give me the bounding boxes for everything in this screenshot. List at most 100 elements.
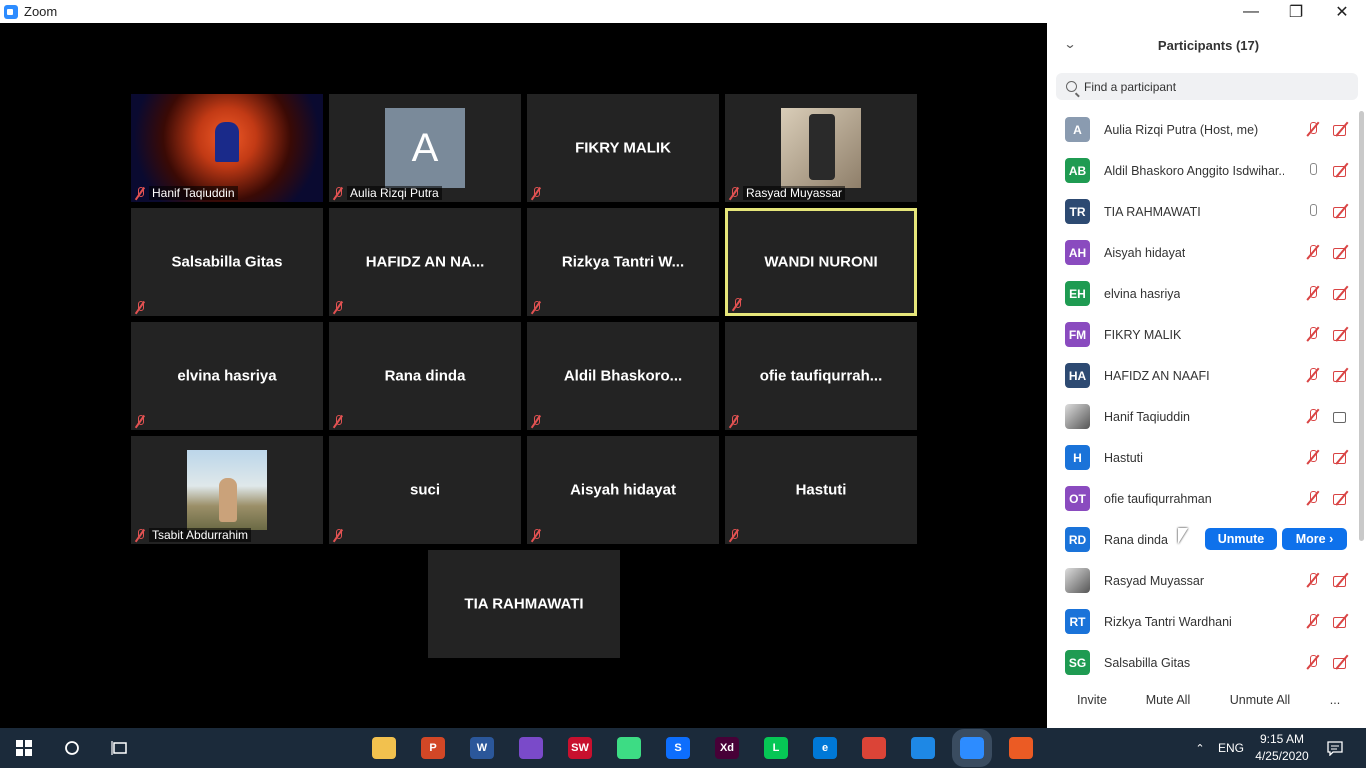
chrome-icon[interactable] — [862, 737, 886, 759]
participant-row[interactable]: RD Rana dinda Unmute More › — [1047, 519, 1359, 560]
language-indicator[interactable]: ENG — [1216, 728, 1246, 768]
video-tile[interactable]: WANDI NURONI — [725, 208, 917, 316]
android-studio-icon[interactable] — [617, 737, 641, 759]
mic-muted-icon — [729, 529, 739, 542]
participant-row[interactable]: TR TIA RAHMAWATI — [1047, 191, 1359, 232]
mic-muted-icon — [1305, 285, 1321, 301]
participant-row[interactable]: H Hastuti — [1047, 437, 1359, 478]
video-tile[interactable]: Salsabilla Gitas — [131, 208, 323, 316]
tile-status-label: Rasyad Muyassar — [729, 186, 846, 200]
video-tile[interactable]: A Aulia Rizqi Putra — [329, 94, 521, 202]
video-tile[interactable]: Hanif Taqiuddin — [131, 94, 323, 202]
video-tile[interactable]: Hastuti — [725, 436, 917, 544]
participant-row[interactable]: SG Salsabilla Gitas — [1047, 642, 1359, 683]
participant-avatar: RD — [1065, 527, 1090, 552]
video-tile[interactable]: Rasyad Muyassar — [725, 94, 917, 202]
participant-avatar: AH — [1065, 240, 1090, 265]
participant-row[interactable]: EH elvina hasriya — [1047, 273, 1359, 314]
participant-row[interactable]: FM FIKRY MALIK — [1047, 314, 1359, 355]
scrollbar[interactable] — [1359, 111, 1364, 541]
creative-app-icon[interactable] — [519, 737, 543, 759]
powerpoint-icon[interactable]: P — [421, 737, 445, 759]
more-button[interactable]: More › — [1282, 528, 1347, 550]
participant-status-icons — [1305, 572, 1349, 588]
tile-status-label: Tsabit Abdurrahim — [135, 528, 252, 542]
search-box[interactable] — [1056, 73, 1358, 100]
video-off-icon — [1333, 121, 1349, 137]
line-icon[interactable]: L — [764, 737, 788, 759]
system-clock[interactable]: 9:15 AM 4/25/2020 — [1252, 731, 1312, 765]
tile-participant-name: ofie taufiqurrah... — [759, 367, 883, 385]
video-tile[interactable]: Tsabit Abdurrahim — [131, 436, 323, 544]
sketchup-icon[interactable]: S — [666, 737, 690, 759]
invite-button[interactable]: Invite — [1070, 687, 1114, 713]
participant-status-icons — [1305, 203, 1349, 219]
unmute-all-button[interactable]: Unmute All — [1226, 687, 1294, 713]
mute-all-button[interactable]: Mute All — [1140, 687, 1196, 713]
participant-name: Aldil Bhaskoro Anggito Isdwihar... — [1104, 163, 1284, 178]
search-input[interactable] — [1084, 79, 1334, 94]
clock-time: 9:15 AM — [1259, 732, 1305, 746]
participant-row[interactable]: AB Aldil Bhaskoro Anggito Isdwihar... — [1047, 150, 1359, 191]
tile-participant-name: FIKRY MALIK — [575, 139, 671, 157]
mic-muted-icon — [1305, 490, 1321, 506]
participant-row[interactable]: Rasyad Muyassar — [1047, 560, 1359, 601]
participant-status-icons — [1305, 121, 1349, 137]
close-button[interactable]: ✕ — [1319, 0, 1365, 23]
word-icon[interactable]: W — [470, 737, 494, 759]
video-tile[interactable]: TIA RAHMAWATI — [428, 550, 620, 658]
participant-row[interactable]: HA HAFIDZ AN NAAFI — [1047, 355, 1359, 396]
mic-muted-icon — [1305, 326, 1321, 342]
tile-status-label — [531, 415, 545, 428]
participant-row[interactable]: RT Rizkya Tantri Wardhani — [1047, 601, 1359, 642]
participant-name: Rana dinda — [1104, 532, 1168, 547]
mic-muted-icon — [333, 301, 343, 314]
notification-center-icon[interactable] — [1322, 728, 1348, 768]
participant-row[interactable]: OT ofie taufiqurrahman — [1047, 478, 1359, 519]
video-tile[interactable]: suci — [329, 436, 521, 544]
mic-muted-icon — [531, 301, 541, 314]
tile-status-label — [729, 529, 743, 542]
adobe-xd-icon[interactable]: Xd — [715, 737, 739, 759]
participant-video-image — [781, 108, 861, 188]
restore-button[interactable]: ❐ — [1273, 0, 1319, 23]
video-tile[interactable]: Rana dinda — [329, 322, 521, 430]
video-tile[interactable]: Rizkya Tantri W... — [527, 208, 719, 316]
video-tile[interactable]: FIKRY MALIK — [527, 94, 719, 202]
photos-icon[interactable] — [911, 737, 935, 759]
tile-participant-name: Rana dinda — [384, 367, 466, 385]
task-view-icon[interactable] — [108, 728, 132, 768]
participant-status-icons — [1305, 326, 1349, 342]
show-hidden-icons-chevron-icon[interactable]: ⌃ — [1190, 728, 1210, 768]
mic-muted-icon — [135, 186, 145, 200]
participant-row[interactable]: AH Aisyah hidayat — [1047, 232, 1359, 273]
unmute-button[interactable]: Unmute — [1205, 528, 1277, 550]
solidworks-icon[interactable]: SW — [568, 737, 592, 759]
more-options-button[interactable]: ... — [1322, 687, 1348, 713]
edge-icon[interactable]: e — [813, 737, 837, 759]
tile-participant-name: WANDI NURONI — [764, 253, 878, 271]
collapse-chevron-icon[interactable]: ⌄ — [1063, 37, 1076, 51]
office-icon[interactable] — [1009, 737, 1033, 759]
participant-row[interactable]: A Aulia Rizqi Putra (Host, me) — [1047, 109, 1359, 150]
video-tile[interactable]: HAFIDZ AN NA... — [329, 208, 521, 316]
video-tile[interactable]: Aisyah hidayat — [527, 436, 719, 544]
mic-muted-icon — [1305, 367, 1321, 383]
file-explorer-icon[interactable] — [372, 737, 396, 759]
video-off-icon — [1333, 367, 1349, 383]
video-off-icon — [1333, 490, 1349, 506]
participant-row[interactable]: Hanif Taqiuddin — [1047, 396, 1359, 437]
participant-status-icons — [1305, 654, 1349, 670]
windows-start-icon[interactable] — [12, 728, 36, 768]
participants-panel: ⌄ Participants (17) A Aulia Rizqi Putra (… — [1047, 23, 1366, 728]
video-tile[interactable]: ofie taufiqurrah... — [725, 322, 917, 430]
video-tile[interactable]: elvina hasriya — [131, 322, 323, 430]
video-off-icon — [1333, 285, 1349, 301]
minimize-button[interactable]: — — [1228, 0, 1274, 23]
video-tile[interactable]: Aldil Bhaskoro... — [527, 322, 719, 430]
search-circle-icon[interactable] — [60, 728, 84, 768]
zoom-icon[interactable] — [952, 729, 992, 767]
mic-muted-icon — [732, 298, 742, 311]
participant-name: HAFIDZ AN NAAFI — [1104, 368, 1210, 383]
tile-participant-name: elvina hasriya — [177, 367, 277, 385]
